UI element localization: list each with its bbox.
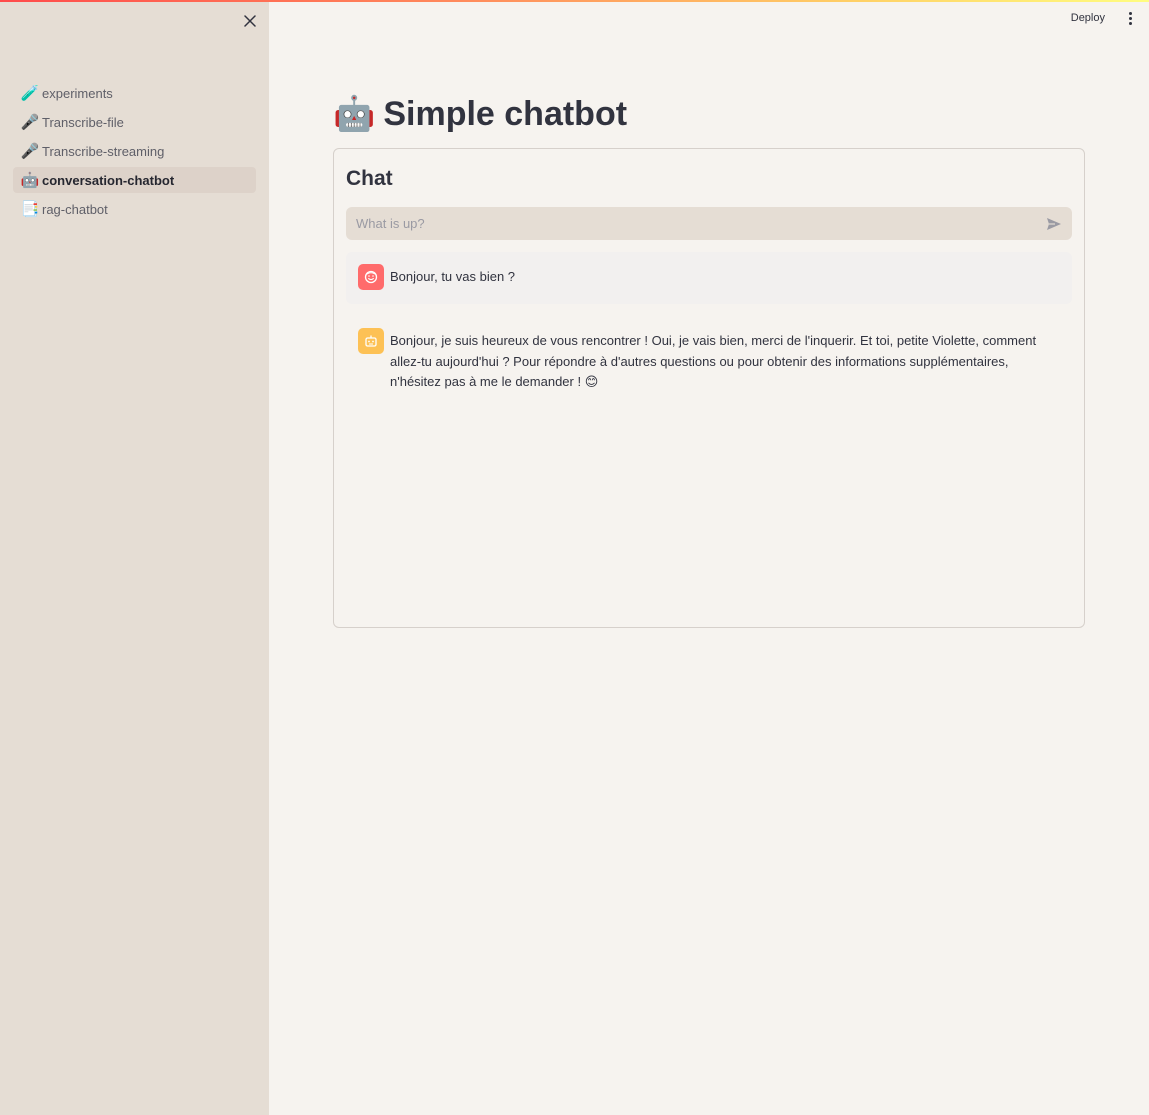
top-decoration-bar — [0, 0, 1149, 2]
message-text: Bonjour, tu vas bien ? — [390, 269, 516, 284]
user-face-icon — [364, 270, 378, 284]
sidebar-item-transcribe-file[interactable]: 🎤 Transcribe-file — [13, 109, 256, 135]
page-title-text: Simple chatbot — [383, 94, 628, 133]
send-button[interactable] — [1044, 214, 1064, 234]
chat-message-assistant: Bonjour, je suis heureux de vous rencont… — [346, 316, 1072, 405]
assistant-avatar — [358, 328, 384, 354]
sidebar-item-rag-chatbot[interactable]: 📑 rag-chatbot — [13, 196, 256, 222]
sidebar-nav: 🧪 experiments 🎤 Transcribe-file 🎤 Transc… — [13, 80, 256, 225]
kebab-menu-icon — [1129, 11, 1132, 15]
sidebar-item-label: Transcribe-file — [42, 114, 124, 130]
microphone-icon: 🎤 — [20, 142, 40, 160]
send-icon — [1047, 217, 1061, 230]
sidebar: 🧪 experiments 🎤 Transcribe-file 🎤 Transc… — [0, 0, 269, 1115]
chat-input-container — [346, 207, 1072, 240]
message-text: Bonjour, je suis heureux de vous rencont… — [390, 333, 1037, 389]
microphone-icon: 🎤 — [20, 113, 40, 131]
chat-message-user: Bonjour, tu vas bien ? — [346, 252, 1072, 304]
robot-face-icon — [365, 335, 377, 347]
deploy-button[interactable]: Deploy — [1067, 10, 1109, 26]
sidebar-item-label: rag-chatbot — [42, 201, 108, 217]
sidebar-item-conversation-chatbot[interactable]: 🤖 conversation-chatbot — [13, 167, 256, 193]
sidebar-item-label: Transcribe-streaming — [42, 143, 165, 159]
sidebar-item-transcribe-streaming[interactable]: 🎤 Transcribe-streaming — [13, 138, 256, 164]
test-tube-icon: 🧪 — [20, 84, 40, 102]
chat-container: Chat Bonjour, tu vas bien ? — [333, 148, 1085, 628]
sidebar-item-label: experiments — [42, 85, 113, 101]
sidebar-item-label: conversation-chatbot — [42, 172, 175, 188]
header-toolbar: Deploy — [1067, 10, 1137, 26]
chat-heading: Chat — [346, 167, 393, 190]
main-content: 🤖 Simple chatbot — [333, 90, 1085, 138]
chat-input[interactable] — [354, 215, 1044, 232]
close-sidebar-button[interactable] — [240, 11, 260, 31]
bookmark-tabs-icon: 📑 — [20, 200, 40, 218]
user-avatar — [358, 264, 384, 290]
robot-icon: 🤖 — [333, 95, 376, 133]
sidebar-item-experiments[interactable]: 🧪 experiments — [13, 80, 256, 106]
page-title: 🤖 Simple chatbot — [333, 90, 1085, 138]
robot-icon: 🤖 — [20, 171, 40, 189]
main-menu-button[interactable] — [1125, 11, 1137, 25]
close-icon — [244, 15, 256, 27]
